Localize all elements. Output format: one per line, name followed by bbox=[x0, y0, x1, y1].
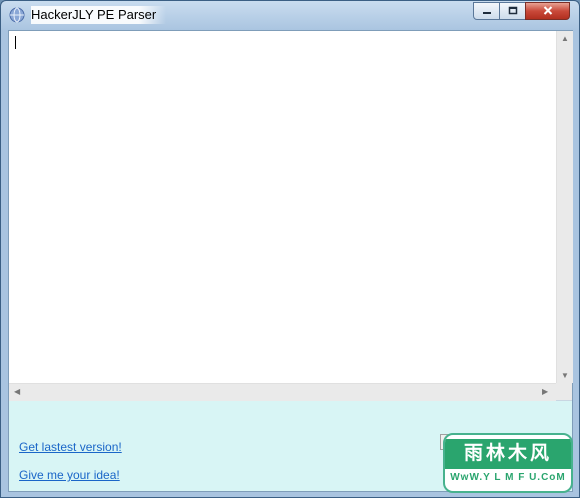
main-window: HackerJLY PE Parser ▲ ▼ ◀ ▶ Get lastest … bbox=[0, 0, 580, 498]
text-caret bbox=[15, 36, 16, 49]
maximize-icon bbox=[508, 2, 518, 20]
client-area: ▲ ▼ ◀ ▶ Get lastest version! Give me you… bbox=[8, 30, 573, 492]
scroll-up-icon[interactable]: ▲ bbox=[561, 35, 569, 43]
watermark-url: WwW.Y L M F U.CoM bbox=[450, 472, 566, 483]
horizontal-scrollbar[interactable]: ◀ ▶ bbox=[9, 383, 556, 401]
get-latest-version-link[interactable]: Get lastest version! bbox=[19, 440, 122, 454]
watermark-logo: 雨林木风 WwW.Y L M F U.CoM bbox=[443, 433, 573, 493]
window-title: HackerJLY PE Parser bbox=[31, 6, 167, 24]
watermark-brand: 雨林木风 bbox=[445, 439, 571, 469]
scroll-right-icon[interactable]: ▶ bbox=[542, 388, 548, 396]
maximize-button[interactable] bbox=[499, 2, 526, 20]
scrollbar-corner bbox=[556, 383, 572, 400]
scroll-left-icon[interactable]: ◀ bbox=[14, 388, 20, 396]
title-bar[interactable]: HackerJLY PE Parser bbox=[1, 1, 579, 29]
close-icon bbox=[543, 2, 553, 20]
close-button[interactable] bbox=[525, 2, 570, 20]
scroll-down-icon[interactable]: ▼ bbox=[561, 372, 569, 380]
give-idea-link[interactable]: Give me your idea! bbox=[19, 468, 120, 482]
app-globe-icon[interactable] bbox=[9, 7, 25, 23]
minimize-button[interactable] bbox=[473, 2, 500, 20]
output-textarea[interactable]: ▲ ▼ ◀ ▶ bbox=[9, 31, 573, 401]
vertical-scrollbar[interactable]: ▲ ▼ bbox=[556, 31, 573, 383]
minimize-icon bbox=[482, 2, 492, 20]
